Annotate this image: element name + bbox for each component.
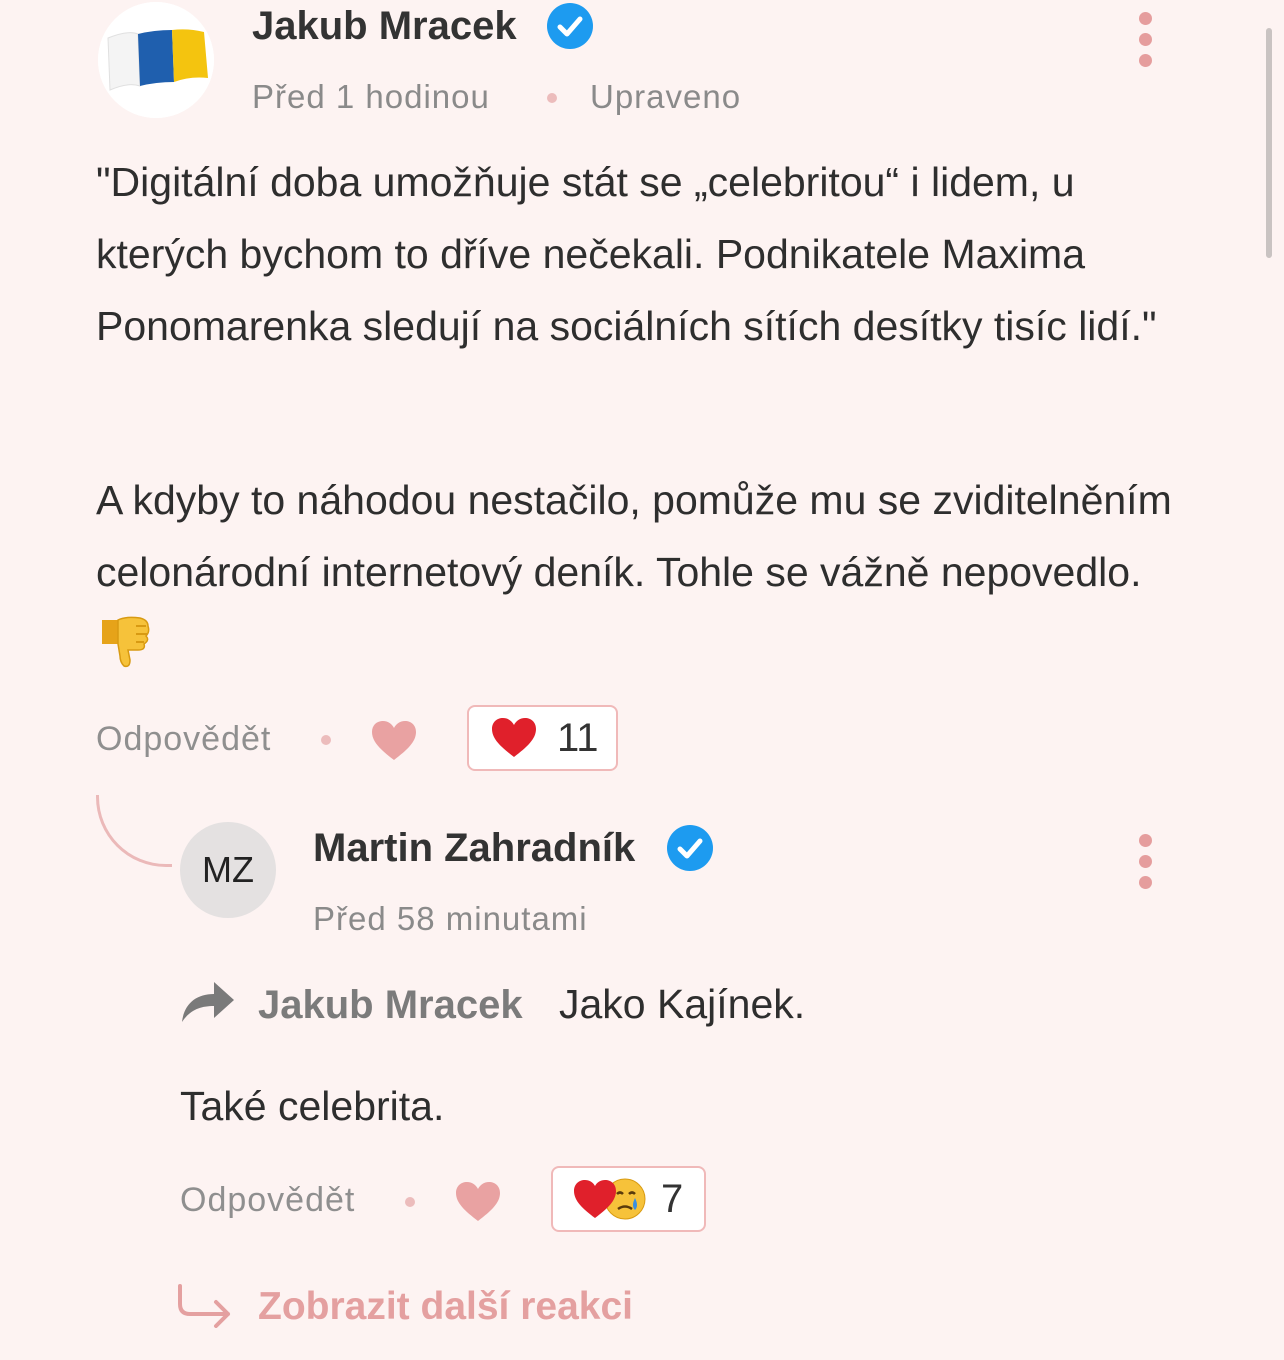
thumbs-down-emoji-icon <box>102 616 150 668</box>
comment-paragraph-1: "Digitální doba umožňuje stát se „celebr… <box>96 159 1157 349</box>
corner-down-right-icon[interactable] <box>176 1284 234 1328</box>
reply-author[interactable]: Martin Zahradník <box>313 826 635 871</box>
reaction-count: 7 <box>661 1176 684 1221</box>
reaction-summary[interactable]: 7 <box>551 1166 706 1232</box>
heart-and-crying-face-emoji-icon <box>574 1178 646 1220</box>
reply-button[interactable]: Odpovědět <box>96 720 271 759</box>
comment-author[interactable]: Jakub Mracek <box>252 4 517 49</box>
reply-mention[interactable]: Jakub Mracek <box>258 983 523 1028</box>
scrollbar[interactable] <box>1266 28 1272 258</box>
separator-dot <box>321 735 331 745</box>
thread-connector <box>96 795 172 867</box>
separator-dot <box>547 93 557 103</box>
show-more-reactions-link[interactable]: Zobrazit další reakci <box>258 1285 633 1329</box>
heart-icon[interactable] <box>455 1181 501 1223</box>
reaction-summary[interactable]: 11 <box>467 705 618 771</box>
reply-time: Před 58 minutami <box>313 900 588 937</box>
heart-icon[interactable] <box>371 720 417 762</box>
verified-badge-icon <box>667 825 713 871</box>
reply-button[interactable]: Odpovědět <box>180 1181 355 1220</box>
reaction-count: 11 <box>557 715 599 760</box>
reply-arrow-icon <box>182 982 234 1022</box>
more-vertical-icon[interactable] <box>1139 12 1153 75</box>
avatar[interactable] <box>98 2 214 118</box>
flag-avatar-image <box>98 2 214 118</box>
reply-text-1: Jako Kajínek. <box>559 981 806 1027</box>
more-vertical-icon[interactable] <box>1139 834 1153 897</box>
red-heart-emoji-icon <box>492 718 536 757</box>
verified-badge-icon <box>547 3 593 49</box>
comment-paragraph-2-text: A kdyby to náhodou nestačilo, pomůže mu … <box>96 477 1172 595</box>
reply-text-2: Také celebrita. <box>180 1083 445 1129</box>
separator-dot <box>405 1197 415 1207</box>
comment-paragraph-2: A kdyby to náhodou nestačilo, pomůže mu … <box>96 464 1206 680</box>
avatar[interactable]: MZ <box>180 822 276 918</box>
edited-label: Upraveno <box>590 78 742 115</box>
comment-time: Před 1 hodinou <box>252 78 490 115</box>
